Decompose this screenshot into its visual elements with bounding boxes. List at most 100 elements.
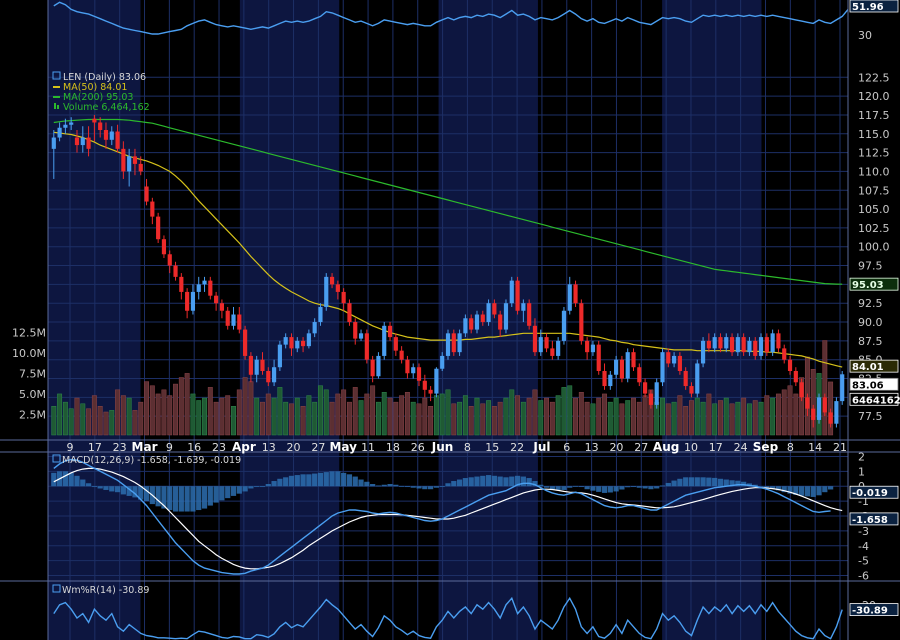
candle-body: [585, 340, 590, 353]
macd-histogram-bar: [810, 486, 816, 497]
x-tick-label: 27: [634, 441, 648, 454]
ma200-value-tag: 95.03: [852, 280, 884, 291]
volume-bar: [509, 389, 515, 436]
volume-bar: [97, 406, 103, 436]
x-tick-label: 17: [709, 441, 723, 454]
volume-bar: [596, 397, 602, 436]
candle-body: [272, 367, 277, 383]
candle-body: [190, 291, 196, 311]
volume-bar: [341, 389, 347, 436]
volume-bar: [793, 393, 799, 436]
candle-body: [277, 344, 282, 368]
macd-histogram-bar: [329, 471, 335, 487]
volume-bar: [775, 393, 781, 436]
volume-bar: [671, 401, 677, 436]
volume-bar: [265, 393, 271, 436]
candle-body: [144, 186, 149, 202]
macd-tick-label: 1: [858, 465, 865, 478]
macd-histogram-bar: [80, 479, 86, 487]
candle-body: [666, 352, 671, 364]
macd-histogram-bar: [190, 486, 196, 512]
volume-bar: [770, 397, 776, 436]
volume-bar: [439, 393, 445, 436]
volume-bar: [178, 377, 184, 436]
volume-bar: [277, 387, 283, 436]
candle-body: [185, 291, 190, 311]
candle-body: [793, 370, 798, 383]
macd-histogram-bar: [613, 486, 619, 492]
macd-histogram-bar: [265, 484, 271, 487]
candle-body: [764, 337, 769, 353]
macd-histogram-bar: [178, 486, 184, 512]
volume-bar: [149, 385, 155, 436]
macd-histogram-bar: [352, 476, 358, 487]
volume-bar: [62, 401, 68, 436]
macd-histogram-bar: [828, 486, 834, 490]
candle-body: [451, 333, 456, 353]
candle-body: [283, 337, 288, 345]
candle-body: [811, 408, 816, 420]
macd-histogram-bar: [294, 475, 300, 487]
volume-bar: [132, 410, 138, 436]
candle-body: [544, 337, 549, 349]
x-tick-label: 16: [187, 441, 201, 454]
volume-bar: [213, 401, 219, 436]
x-tick-label: 24: [734, 441, 748, 454]
macd-histogram-bar: [91, 486, 97, 488]
candle-body: [735, 337, 740, 353]
candle-body: [747, 340, 752, 353]
volume-bar: [573, 397, 578, 436]
candle-body: [486, 303, 491, 323]
candle-body: [770, 333, 775, 353]
volume-bar: [393, 401, 399, 436]
volume-bar: [544, 397, 550, 436]
macd-histogram-bar: [236, 486, 242, 494]
candle-body: [474, 314, 480, 330]
candle-body: [103, 130, 109, 140]
rsi-tick-label: 30: [858, 29, 872, 42]
volume-bar: [480, 403, 486, 436]
macd-histogram-bar: [85, 483, 92, 487]
x-tick-label: 23: [113, 441, 127, 454]
volume-bar: [712, 403, 718, 436]
volume-bar: [549, 401, 555, 436]
candle-body: [608, 374, 613, 387]
candle-body: [405, 359, 410, 374]
candle-body: [753, 340, 758, 356]
candle-body: [445, 333, 451, 356]
volume-bar: [428, 406, 434, 436]
macd-tick-label: -6: [858, 570, 869, 583]
macd-histogram-bar: [196, 486, 202, 511]
volume-bar: [184, 373, 190, 436]
macd-histogram-bar: [317, 472, 324, 487]
macd-histogram-bar: [480, 475, 486, 487]
macd-histogram-bar: [642, 486, 648, 489]
x-tick-label: 13: [262, 441, 276, 454]
macd-histogram-bar: [114, 486, 121, 493]
macd-histogram-bar: [572, 485, 579, 487]
macd-histogram-bar: [271, 481, 277, 487]
macd-histogram-bar: [659, 485, 666, 487]
macd-histogram-bar: [404, 486, 411, 488]
volume-bar: [781, 389, 787, 436]
candle-body: [579, 303, 584, 341]
volume-bar: [590, 403, 596, 436]
candle-body: [248, 355, 253, 375]
volume-bar: [723, 397, 729, 436]
candle-body: [295, 340, 300, 349]
macd-histogram-bar: [335, 471, 341, 487]
volume-bar: [741, 397, 747, 436]
volume-bar: [57, 393, 63, 436]
volume-legend-label: Volume 6,464,162: [63, 102, 150, 113]
price-tick-label: 105.0: [858, 203, 890, 216]
volume-bar: [399, 395, 405, 436]
candle-body: [243, 329, 248, 356]
macd-histogram-bar: [468, 477, 474, 487]
macd-histogram-bar: [712, 477, 718, 487]
volume-bar: [335, 393, 341, 436]
macd-histogram-bar: [323, 472, 329, 487]
candle-body: [660, 352, 665, 383]
volume-bar: [567, 385, 573, 436]
x-tick-label: May: [329, 440, 357, 454]
price-tick-label: 122.5: [858, 71, 890, 84]
